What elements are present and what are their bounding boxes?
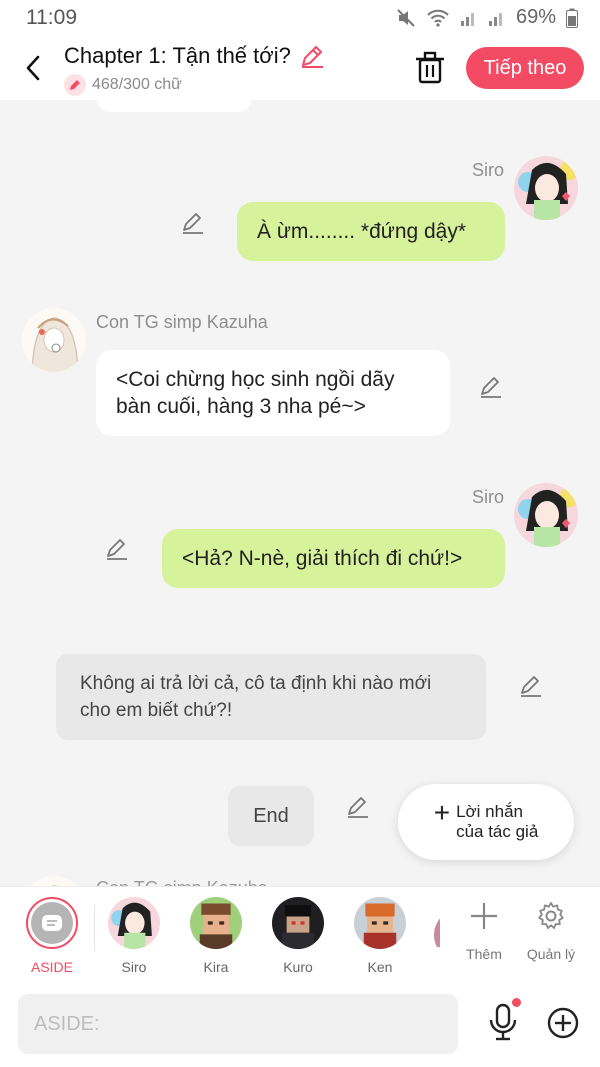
add-character-button[interactable]: Thêm <box>454 901 514 962</box>
word-count-text: 468/300 chữ <box>92 76 182 94</box>
plus-icon: + <box>434 797 450 829</box>
edit-icon[interactable] <box>104 536 130 562</box>
signal-icon-2 <box>488 9 506 27</box>
plus-icon <box>469 901 499 931</box>
avatar-siro[interactable] <box>514 156 578 220</box>
character-label: ASIDE <box>20 959 84 975</box>
mic-icon <box>486 1002 520 1042</box>
battery-percent: 69% <box>516 6 556 29</box>
aside-bubble[interactable]: Không ai trả lời cả, cô ta định khi nào … <box>56 654 486 740</box>
avatar-author-peek[interactable] <box>22 876 86 886</box>
wifi-icon <box>426 8 450 28</box>
gear-icon <box>536 901 566 931</box>
pencil-badge-icon <box>64 74 86 96</box>
sender-name: Siro <box>472 487 504 508</box>
divider <box>94 905 95 951</box>
delete-button[interactable] <box>413 50 447 86</box>
avatar-author[interactable] <box>22 308 86 372</box>
pencil-icon[interactable] <box>299 43 325 69</box>
avatar-siro[interactable] <box>514 483 578 547</box>
back-button[interactable] <box>16 48 50 88</box>
notification-dot <box>512 998 521 1007</box>
header: Chapter 1: Tận thế tới? 468/300 chữ Tiếp… <box>0 36 600 100</box>
input-bar <box>0 982 600 1067</box>
previous-bubble-stub <box>96 100 252 112</box>
sender-name: Con TG simp Kazuha <box>96 312 268 333</box>
chapter-title-text: Chapter 1: Tận thế tới? <box>64 43 291 69</box>
manage-label: Quản lý <box>521 946 581 962</box>
edit-icon[interactable] <box>345 794 371 820</box>
character-kuro[interactable]: Kuro <box>266 897 330 975</box>
signal-icon <box>460 9 478 27</box>
character-label: Siro <box>102 959 166 975</box>
status-icons: 69% <box>396 6 578 29</box>
character-siro[interactable]: Siro <box>102 897 166 975</box>
character-label: Kira <box>184 959 248 975</box>
chat-area[interactable]: Siro À ừm........ *đứng dậy* Con TG simp… <box>0 100 600 886</box>
avatar <box>272 897 324 949</box>
author-note-line2: của tác giả <box>456 822 538 841</box>
sender-name: Siro <box>472 160 504 181</box>
word-count: 468/300 chữ <box>64 74 182 96</box>
sender-name-peek: Con TG simp Kazuha <box>96 878 268 886</box>
message-bubble-mine[interactable]: À ừm........ *đứng dậy* <box>237 202 505 261</box>
message-input[interactable] <box>18 994 458 1054</box>
trash-icon <box>413 50 447 86</box>
avatar <box>354 897 406 949</box>
battery-icon <box>566 8 578 28</box>
edit-icon[interactable] <box>180 210 206 236</box>
character-bar: ASIDE Siro Kira Kuro Ken Thêm Quản lý <box>0 886 600 982</box>
character-peek <box>434 909 440 947</box>
character-ken[interactable]: Ken <box>348 897 412 975</box>
add-button[interactable] <box>546 1006 580 1040</box>
add-circle-icon <box>546 1006 580 1040</box>
next-button[interactable]: Tiếp theo <box>466 47 584 89</box>
aside-icon <box>31 902 73 944</box>
status-bar: 11:09 69% <box>0 0 600 36</box>
character-label: Ken <box>348 959 412 975</box>
end-bubble[interactable]: End <box>228 786 314 846</box>
avatar <box>190 897 242 949</box>
character-label: Kuro <box>266 959 330 975</box>
character-aside[interactable]: ASIDE <box>20 897 84 975</box>
character-kira[interactable]: Kira <box>184 897 248 975</box>
author-note-line1: Lời nhắn <box>456 802 523 821</box>
edit-icon[interactable] <box>518 673 544 699</box>
message-bubble-mine[interactable]: <Hả? N-nè, giải thích đi chứ!> <box>162 529 505 588</box>
status-time: 11:09 <box>26 6 77 30</box>
manage-button[interactable]: Quản lý <box>521 901 581 962</box>
edit-icon[interactable] <box>478 374 504 400</box>
author-note-button[interactable]: + Lời nhắn của tác giả <box>398 784 574 860</box>
add-character-label: Thêm <box>454 946 514 962</box>
mic-button[interactable] <box>486 1002 520 1042</box>
back-arrow-icon <box>24 54 42 82</box>
avatar <box>108 897 160 949</box>
mute-icon <box>396 8 416 28</box>
chapter-title[interactable]: Chapter 1: Tận thế tới? <box>64 43 325 69</box>
message-bubble-other[interactable]: <Coi chừng học sinh ngồi dãy bàn cuối, h… <box>96 350 450 436</box>
